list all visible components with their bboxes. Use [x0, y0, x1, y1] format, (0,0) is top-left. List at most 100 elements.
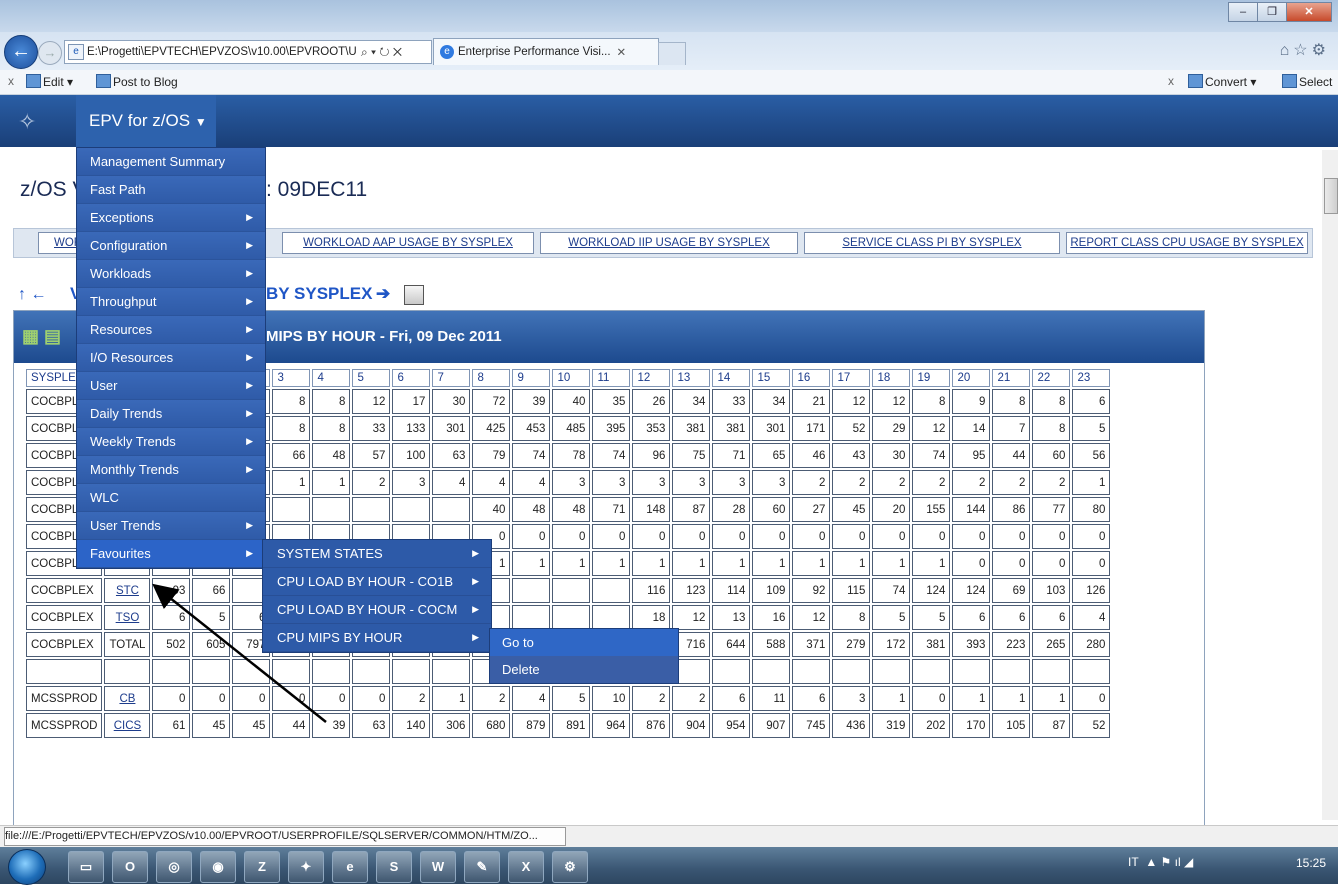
value-cell: 71 — [712, 443, 751, 468]
menu-item-weekly-trends[interactable]: Weekly Trends ▶ — [77, 428, 265, 456]
submenu-arrow-icon: ▶ — [246, 464, 253, 474]
menu-item-workloads[interactable]: Workloads ▶ — [77, 260, 265, 288]
vertical-scrollbar[interactable] — [1322, 150, 1338, 820]
edit-icon — [26, 74, 41, 88]
delete-menu-item[interactable]: Delete — [490, 656, 678, 683]
notepad-taskbar-icon[interactable]: ✎ — [464, 851, 500, 883]
tab-close-icon[interactable]: ✕ — [617, 45, 627, 59]
value-cell: 1 — [992, 686, 1031, 711]
value-cell: 43 — [832, 443, 871, 468]
menu-item-wlc[interactable]: WLC — [77, 484, 265, 512]
value-cell: 3 — [752, 470, 791, 495]
app-taskbar-icon[interactable]: ✦ — [288, 851, 324, 883]
workload-cell[interactable]: TSO — [104, 605, 151, 630]
system-tray[interactable]: IT ▲ ⚑ ıl ◢ — [1128, 855, 1193, 869]
maximize-button[interactable]: ❐ — [1257, 2, 1287, 22]
ie-taskbar-icon[interactable]: e — [332, 851, 368, 883]
column-header: 16 — [792, 369, 831, 387]
menu-item-configuration[interactable]: Configuration ▶ — [77, 232, 265, 260]
menu-item-label: User Trends — [90, 518, 161, 533]
menu-item-management-summary[interactable]: Management Summary — [77, 148, 265, 176]
menu-item-user[interactable]: User ▶ — [77, 372, 265, 400]
export-icons[interactable]: ▦ ▤ — [22, 326, 61, 347]
value-cell: 1 — [1072, 470, 1111, 495]
value-cell: 52 — [1072, 713, 1111, 738]
clock[interactable]: 15:25 — [1296, 856, 1326, 870]
ie-page-icon: e — [68, 44, 84, 60]
menu-item-exceptions[interactable]: Exceptions ▶ — [77, 204, 265, 232]
word-taskbar-icon[interactable]: W — [420, 851, 456, 883]
report-link-service-class[interactable]: SERVICE CLASS PI BY SYSPLEX — [804, 232, 1060, 254]
favourite-item[interactable]: SYSTEM STATES ▶ — [263, 540, 491, 568]
report-link-iip[interactable]: WORKLOAD IIP USAGE BY SYSPLEX — [540, 232, 798, 254]
close-window-button[interactable]: ✕ — [1286, 2, 1332, 22]
back-button[interactable]: ← — [4, 35, 38, 69]
value-cell: 79 — [472, 443, 511, 468]
menu-item-resources[interactable]: Resources ▶ — [77, 316, 265, 344]
menu-item-user-trends[interactable]: User Trends ▶ — [77, 512, 265, 540]
post-to-blog-button[interactable]: Post to Blog — [96, 74, 178, 89]
favourite-item[interactable]: CPU LOAD BY HOUR - CO1B ▶ — [263, 568, 491, 596]
browser-tab[interactable]: e Enterprise Performance Visi... ✕ — [433, 38, 659, 65]
minimize-button[interactable]: – — [1228, 2, 1258, 22]
misc-taskbar-icon[interactable]: ⚙ — [552, 851, 588, 883]
workload-cell[interactable]: CB — [104, 686, 151, 711]
workload-cell[interactable]: CICS — [104, 713, 151, 738]
filezilla-taskbar-icon[interactable]: Z — [244, 851, 280, 883]
caret-down-icon: ▼ — [194, 115, 207, 129]
menu-item-throughput[interactable]: Throughput ▶ — [77, 288, 265, 316]
favourites-submenu: SYSTEM STATES ▶ CPU LOAD BY HOUR - CO1B ▶ CP… — [262, 539, 492, 653]
favourite-item[interactable]: CPU LOAD BY HOUR - COCM ▶ — [263, 596, 491, 624]
value-cell: 48 — [552, 497, 591, 522]
value-cell: 8 — [992, 389, 1031, 414]
address-text[interactable]: E:\Progetti\EPVTECH\EPVZOS\v10.00\EPVROO… — [87, 46, 357, 58]
menu-item-monthly-trends[interactable]: Monthly Trends ▶ — [77, 456, 265, 484]
address-bar[interactable]: e E:\Progetti\EPVTECH\EPVZOS\v10.00\EPVR… — [64, 40, 432, 64]
settings-taskbar-icon[interactable]: ◎ — [156, 851, 192, 883]
address-controls[interactable]: ⌕ ▾ ↻ ✕ — [361, 45, 402, 60]
menu-item-label: Management Summary — [90, 154, 226, 169]
workload-cell[interactable]: STC — [104, 578, 151, 603]
forward-button[interactable]: → — [38, 41, 62, 65]
value-cell: 105 — [992, 713, 1031, 738]
menu-item-label: Configuration — [90, 238, 168, 253]
excel-taskbar-icon[interactable]: X — [508, 851, 544, 883]
outlook-taskbar-icon[interactable]: O — [112, 851, 148, 883]
value-cell: 4 — [512, 470, 551, 495]
next-arrow-icon[interactable]: ➔ — [376, 284, 390, 304]
edit-menu[interactable]: Edit ▾ — [26, 74, 73, 89]
firefox-taskbar-icon[interactable]: ◉ — [200, 851, 236, 883]
panel-title: MIPS BY HOUR - Fri, 09 Dec 2011 — [266, 328, 502, 345]
value-cell: 301 — [752, 416, 791, 441]
window-controls: – ❐ ✕ — [1228, 2, 1332, 22]
close-toolbar-icon[interactable]: x — [8, 74, 14, 88]
sysplex-cell: COCBPLEX — [26, 605, 103, 630]
convert-menu[interactable]: Convert ▾ — [1188, 74, 1256, 89]
explorer-taskbar-icon[interactable]: ▭ — [68, 851, 104, 883]
language-indicator[interactable]: IT — [1128, 855, 1139, 869]
new-tab-button[interactable] — [658, 42, 686, 65]
value-cell: 126 — [1072, 578, 1111, 603]
nav-up-back-icons[interactable]: ↑ ← — [18, 286, 46, 304]
close-toolbar2-icon[interactable]: x — [1168, 74, 1174, 88]
blog-icon — [96, 74, 111, 88]
report-link-report-class[interactable]: REPORT CLASS CPU USAGE BY SYSPLEX — [1066, 232, 1308, 254]
favourite-item[interactable]: CPU MIPS BY HOUR ▶ — [263, 624, 491, 652]
menu-item-i-o-resources[interactable]: I/O Resources ▶ — [77, 344, 265, 372]
column-header: 15 — [752, 369, 791, 387]
value-cell: 876 — [632, 713, 671, 738]
go-to-menu-item[interactable]: Go to — [490, 629, 678, 656]
report-link-aap[interactable]: WORKLOAD AAP USAGE BY SYSPLEX — [282, 232, 534, 254]
value-cell: 12 — [792, 605, 831, 630]
scrollbar-thumb[interactable] — [1324, 178, 1338, 214]
calendar-icon[interactable] — [404, 285, 424, 305]
epv-menu-button[interactable]: EPV for z/OS ▼ — [76, 95, 216, 147]
browser-tools-icons[interactable]: ⌂☆⚙ — [1280, 40, 1330, 60]
skype-taskbar-icon[interactable]: S — [376, 851, 412, 883]
menu-item-favourites[interactable]: Favourites ▶ — [77, 540, 265, 568]
start-button[interactable] — [8, 849, 46, 885]
value-cell: 1 — [512, 551, 551, 576]
menu-item-fast-path[interactable]: Fast Path — [77, 176, 265, 204]
menu-item-daily-trends[interactable]: Daily Trends ▶ — [77, 400, 265, 428]
select-button[interactable]: Select — [1282, 74, 1332, 89]
